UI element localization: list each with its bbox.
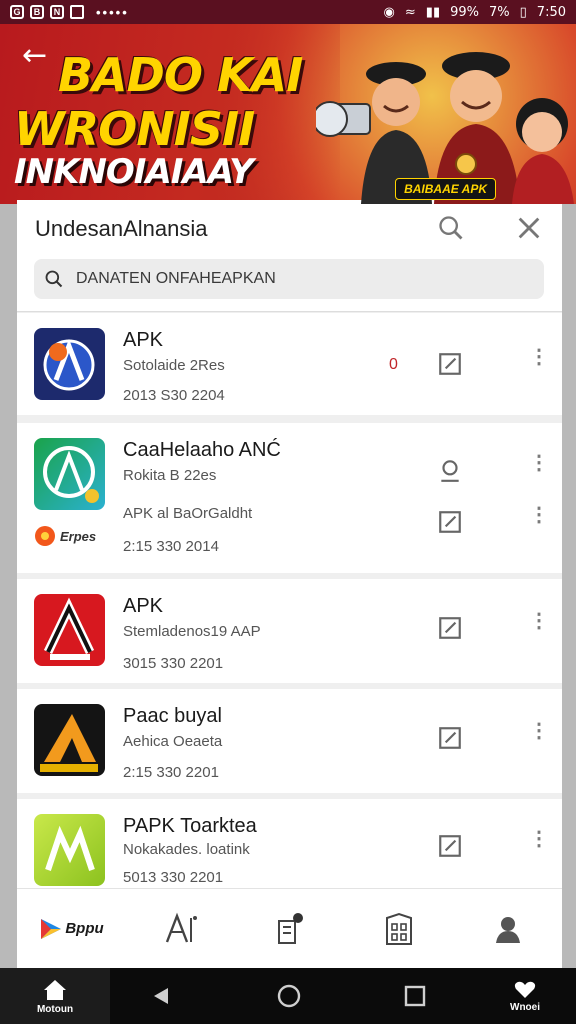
library-icon bbox=[385, 912, 412, 945]
woman-figure bbox=[512, 98, 574, 204]
app-icon bbox=[34, 328, 105, 400]
user-icon[interactable] bbox=[437, 457, 463, 483]
app-subtitle-secondary: APK al BaOrGaldht bbox=[123, 505, 253, 522]
banner-badge: BAIBAAE APK bbox=[395, 178, 496, 200]
assistant-label: Wnoei bbox=[510, 1001, 540, 1013]
status-bar: G B N ••••• ◉ ≈ ▮▮ 99% 7% ▯ 7:50 bbox=[0, 0, 576, 24]
home-circle-icon bbox=[277, 984, 301, 1008]
banner-headline-3: INKNOIAIAAY bbox=[14, 152, 254, 192]
assistant-button[interactable]: Wnoei bbox=[490, 968, 560, 1024]
app-subtitle: Aehica Oeaeta bbox=[123, 733, 223, 750]
chat-heart-icon bbox=[514, 981, 536, 998]
app-date: 2:15 330 2014 bbox=[123, 538, 219, 555]
more-options-icon[interactable]: ⋮ bbox=[529, 611, 549, 641]
back-nav-button[interactable] bbox=[146, 968, 176, 1024]
bottom-tab-bar: Bppu bbox=[17, 888, 562, 968]
battery-icon: ▯ bbox=[519, 4, 527, 20]
news-icon: N bbox=[50, 5, 64, 19]
promo-banner: ← BADO KAI WRONISII INKNOIAIAAY BAIBAAE … bbox=[0, 24, 576, 204]
app-icon bbox=[34, 438, 105, 510]
edit-icon[interactable] bbox=[437, 725, 463, 751]
banner-headline-1: BADO KAI bbox=[58, 48, 303, 102]
banner-illustration bbox=[316, 52, 574, 204]
recents-square-icon bbox=[404, 985, 426, 1007]
clock: 7:50 bbox=[536, 4, 566, 20]
signal-icon: ▮▮ bbox=[425, 4, 441, 20]
list-item[interactable]: APK Stemladenos19 AAP 3015 330 2201 ⋮ bbox=[17, 579, 562, 683]
wifi-icon: ≈ bbox=[404, 4, 416, 20]
app-list-sheet: UndesanAlnansia APK Sotolaide 2Res 2013 … bbox=[17, 200, 562, 968]
brand-label: Bppu bbox=[65, 920, 104, 937]
app-subtitle: Sotolaide 2Res bbox=[123, 357, 225, 374]
brand-logo-icon bbox=[41, 918, 62, 939]
apps-icon bbox=[165, 912, 197, 942]
page-title: UndesanAlnansia bbox=[35, 216, 208, 241]
search-field-icon bbox=[45, 270, 63, 288]
google-icon: G bbox=[10, 5, 24, 19]
app-subtitle: Nokakades. loatink bbox=[123, 841, 250, 858]
location-icon: ◉ bbox=[383, 4, 395, 20]
megaphone-icon bbox=[316, 101, 371, 137]
update-count: 0 bbox=[389, 356, 398, 373]
app-subtitle: Rokita B 22es bbox=[123, 467, 217, 484]
search-input[interactable] bbox=[76, 270, 516, 288]
app-name: APK bbox=[123, 329, 164, 351]
app-name: Paac buyal bbox=[123, 705, 222, 727]
tab-brand[interactable]: Bppu bbox=[17, 889, 126, 969]
back-triangle-icon bbox=[154, 988, 168, 1004]
battery-percent: 99% bbox=[450, 4, 480, 20]
tab-profile[interactable] bbox=[453, 889, 562, 969]
list-item[interactable]: CaaHelaaho ANĆ Rokita B 22es Erpes APK a… bbox=[17, 423, 562, 573]
more-options-icon[interactable]: ⋮ bbox=[529, 829, 549, 859]
more-options-icon[interactable]: ⋮ bbox=[529, 453, 549, 483]
more-options-icon[interactable]: ⋮ bbox=[529, 721, 549, 751]
close-icon[interactable] bbox=[515, 214, 543, 242]
app-name: CaaHelaaho ANĆ bbox=[123, 439, 281, 461]
coin-icon bbox=[455, 153, 477, 175]
edit-icon[interactable] bbox=[437, 615, 463, 641]
home-nav-label: Motoun bbox=[36, 1003, 74, 1015]
recents-button[interactable] bbox=[400, 968, 430, 1024]
edit-icon[interactable] bbox=[437, 351, 463, 377]
tab-library[interactable] bbox=[344, 889, 453, 969]
tab-apps[interactable] bbox=[126, 889, 235, 969]
app-icon bbox=[34, 594, 105, 666]
more-options-icon[interactable]: ⋮ bbox=[529, 505, 549, 535]
back-arrow-icon[interactable]: ← bbox=[22, 38, 47, 73]
notification-icon: B bbox=[30, 5, 44, 19]
list-item[interactable]: APK Sotolaide 2Res 2013 S30 2204 0 ⋮ bbox=[17, 313, 562, 415]
app-date: 2013 S30 2204 bbox=[123, 387, 225, 404]
erpes-logo: Erpes bbox=[34, 521, 104, 551]
edit-icon[interactable] bbox=[437, 833, 463, 859]
home-circle-button[interactable] bbox=[274, 968, 304, 1024]
search-icon[interactable] bbox=[437, 214, 465, 242]
profile-icon bbox=[495, 916, 520, 943]
app-subtitle: Stemladenos19 AAP bbox=[123, 623, 261, 640]
tab-tools[interactable] bbox=[235, 889, 344, 969]
home-icon bbox=[44, 979, 66, 1000]
sheet-header: UndesanAlnansia bbox=[17, 200, 562, 312]
app-date: 5013 330 2201 bbox=[123, 869, 224, 886]
home-nav-button[interactable]: Motoun bbox=[0, 968, 110, 1024]
message-icon bbox=[70, 5, 84, 19]
app-icon bbox=[34, 704, 105, 776]
banner-headline-2: WRONISII bbox=[14, 102, 255, 156]
app-date: 2:15 330 2201 bbox=[123, 764, 219, 781]
app-name: APK bbox=[123, 595, 164, 617]
app-icon bbox=[34, 814, 105, 886]
app-name: PAPK Toarktea bbox=[123, 815, 257, 837]
search-bar[interactable] bbox=[34, 259, 544, 299]
second-percent: 7% bbox=[489, 4, 510, 20]
more-options-icon[interactable]: ⋮ bbox=[529, 347, 549, 377]
tools-icon bbox=[277, 912, 303, 944]
edit-icon[interactable] bbox=[437, 509, 463, 535]
list-item[interactable]: Paac buyal Aehica Oeaeta 2:15 330 2201 ⋮ bbox=[17, 689, 562, 793]
app-date: 3015 330 2201 bbox=[123, 655, 224, 672]
list-item[interactable]: PAPK Toarktea Nokakades. loatink 5013 33… bbox=[17, 799, 562, 897]
more-notifications: ••••• bbox=[96, 4, 129, 20]
system-nav-bar: Motoun Wnoei bbox=[0, 968, 576, 1024]
